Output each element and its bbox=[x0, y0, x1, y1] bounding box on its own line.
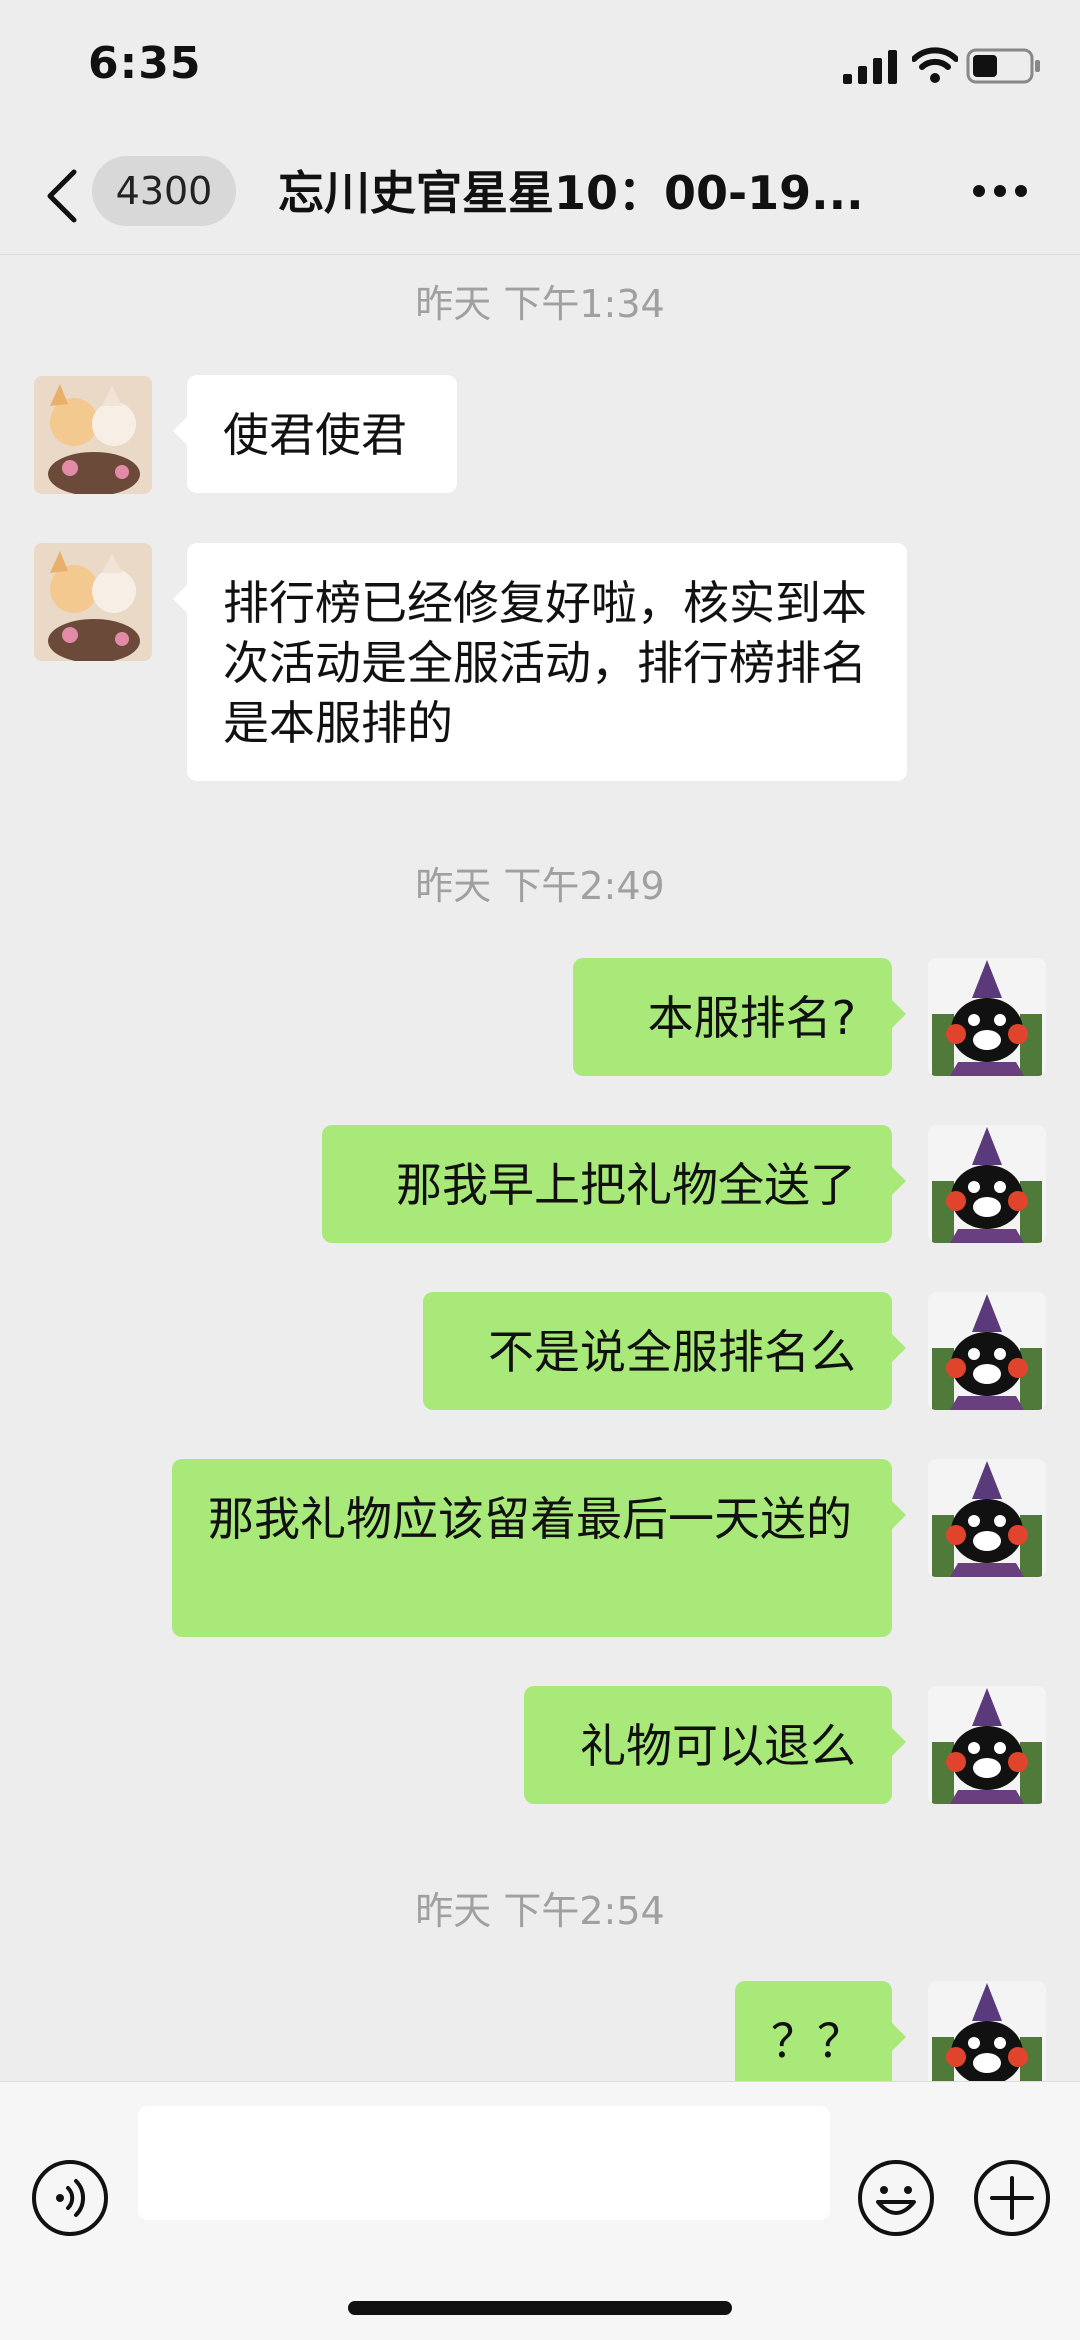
my-avatar[interactable] bbox=[928, 1981, 1046, 2081]
message-input-bar bbox=[0, 2081, 1080, 2340]
status-time: 6:35 bbox=[88, 38, 202, 89]
battery-icon bbox=[966, 48, 1040, 84]
unread-count-badge[interactable]: 4300 bbox=[92, 156, 236, 226]
sent-message-bubble[interactable]: 不是说全服排名么 bbox=[423, 1292, 906, 1410]
sent-message-bubble[interactable]: 本服排名? bbox=[573, 958, 906, 1076]
chat-message-list[interactable]: 昨天 下午1:34 使君使君 排行榜已经修复好啦，核实到本次活动是全服活动，排行… bbox=[0, 255, 1080, 2081]
status-bar: 6:35 bbox=[0, 0, 1080, 140]
received-message-bubble[interactable]: 使君使君 bbox=[173, 375, 457, 493]
plus-icon[interactable] bbox=[972, 2158, 1052, 2238]
contact-avatar[interactable] bbox=[34, 543, 152, 661]
received-message-bubble[interactable]: 排行榜已经修复好啦，核实到本次活动是全服活动，排行榜排名是本服排的 bbox=[173, 543, 907, 781]
my-avatar[interactable] bbox=[928, 1292, 1046, 1410]
chat-header: 4300 忘川史官星星10：00-19... bbox=[0, 140, 1080, 255]
signal-icon bbox=[843, 50, 897, 84]
timestamp: 昨天 下午2:54 bbox=[415, 1889, 665, 1933]
sent-message-bubble[interactable]: 那我早上把礼物全送了 bbox=[322, 1125, 906, 1243]
sent-message-bubble[interactable]: ？？ bbox=[735, 1981, 906, 2081]
sent-message-bubble[interactable]: 礼物可以退么 bbox=[524, 1686, 906, 1804]
voice-icon[interactable] bbox=[30, 2158, 110, 2238]
more-dots-icon[interactable] bbox=[972, 184, 1028, 198]
my-avatar[interactable] bbox=[928, 1459, 1046, 1577]
timestamp: 昨天 下午2:49 bbox=[415, 864, 665, 908]
wifi-icon bbox=[912, 47, 958, 83]
chat-title: 忘川史官星星10：00-19... bbox=[278, 166, 864, 220]
chevron-left-icon[interactable] bbox=[44, 168, 80, 224]
home-indicator[interactable] bbox=[348, 2301, 732, 2315]
my-avatar[interactable] bbox=[928, 1125, 1046, 1243]
my-avatar[interactable] bbox=[928, 1686, 1046, 1804]
my-avatar[interactable] bbox=[928, 958, 1046, 1076]
emoji-icon[interactable] bbox=[856, 2158, 936, 2238]
timestamp: 昨天 下午1:34 bbox=[415, 282, 665, 326]
sent-message-bubble[interactable]: 那我礼物应该留着最后一天送的 bbox=[172, 1459, 906, 1637]
contact-avatar[interactable] bbox=[34, 376, 152, 494]
message-input[interactable] bbox=[138, 2106, 830, 2220]
